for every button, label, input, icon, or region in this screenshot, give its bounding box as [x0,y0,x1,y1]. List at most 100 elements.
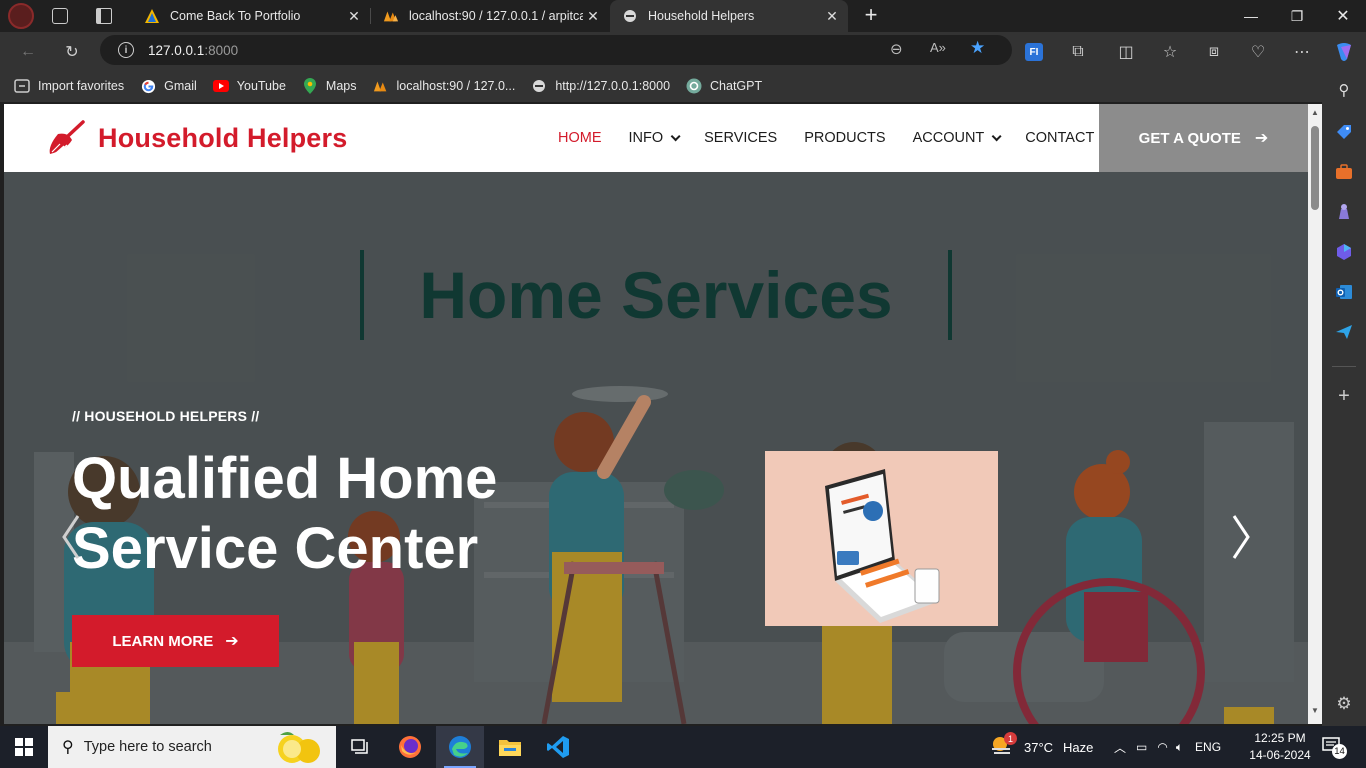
tab-title: Come Back To Portfolio [170,9,301,23]
carousel-prev-icon[interactable] [56,512,86,562]
windows-logo-icon [15,738,33,756]
back-icon[interactable]: ← [14,38,42,66]
profile-avatar[interactable] [8,3,34,29]
tab-phpmyadmin[interactable]: localhost:90 / 127.0.0.1 / arpitcan ✕ [371,0,609,32]
favorite-label: Maps [325,79,357,93]
favorite-chatgpt[interactable]: ChatGPT [686,78,762,94]
extensions-icon[interactable]: ⧉ [1064,38,1092,66]
page-viewport: Household Helpers HOME INFO SERVICES PRO… [4,104,1308,724]
maps-pin-icon [302,78,318,94]
edge-sidebar: ⚲ + ⚙ [1322,70,1366,726]
site-info-icon[interactable]: i [118,42,134,58]
promo-image[interactable] [765,451,998,626]
favorites-icon[interactable]: ☆ [1156,38,1184,66]
page-scrollbar[interactable]: ▲ ▼ [1308,104,1322,724]
restore-icon[interactable]: ❐ [1274,0,1320,32]
window-close-icon[interactable]: ✕ [1320,0,1366,32]
favorite-star-icon[interactable]: ★ [970,38,985,58]
edge-taskbar-icon[interactable] [436,726,484,768]
scroll-thumb[interactable] [1311,126,1319,210]
tab-household-helpers[interactable]: Household Helpers ✕ [610,0,848,32]
notification-center[interactable]: 14 [1322,726,1347,768]
tab-portfolio[interactable]: Come Back To Portfolio ✕ [132,0,370,32]
menu-home[interactable]: HOME [558,130,602,146]
menu-products[interactable]: PRODUCTS [804,130,885,146]
brand-logo[interactable]: Household Helpers [46,120,347,156]
import-icon [14,78,30,94]
vscode-icon[interactable] [534,726,582,768]
favorite-youtube[interactable]: YouTube [212,78,286,94]
favorite-label: Import favorites [38,79,125,93]
notification-count: 14 [1332,744,1347,759]
close-icon[interactable]: ✕ [344,8,364,25]
get-quote-label: GET A QUOTE [1138,129,1241,147]
scroll-down-icon[interactable]: ▼ [1308,706,1322,715]
main-menu: HOME INFO SERVICES PRODUCTS ACCOUNT CONT… [558,104,1145,172]
read-aloud-icon[interactable]: A» [930,40,946,55]
tab-title: Household Helpers [648,9,755,23]
learn-more-button[interactable]: LEARN MORE ➔ [72,615,279,667]
url-host: 127.0.0.1 [148,42,205,58]
browser-essentials-icon[interactable]: ♡ [1244,38,1272,66]
tools-icon[interactable] [1334,162,1354,182]
firefox-icon[interactable] [386,726,434,768]
close-icon[interactable]: ✕ [822,8,842,25]
copilot-icon[interactable] [1330,38,1358,66]
favorite-label: ChatGPT [710,79,763,93]
phpmyadmin-icon [383,8,399,24]
start-button[interactable] [0,726,48,768]
broom-icon [49,120,85,154]
favorite-maps[interactable]: Maps [302,78,357,94]
vertical-tabs-icon[interactable] [96,8,112,24]
microsoft-365-icon[interactable] [1334,242,1354,262]
youtube-icon [212,78,229,94]
favorite-localhost[interactable]: localhost:90 / 127.0... [373,78,515,94]
split-screen-icon[interactable]: ◫ [1112,38,1140,66]
arrow-right-icon: ➔ [225,633,239,650]
new-tab-icon[interactable]: + [860,4,882,28]
language-indicator[interactable]: ENG [1195,740,1221,754]
address-bar[interactable]: i 127.0.0.1 :8000 ⊖ A» ★ [100,35,1012,65]
menu-info[interactable]: INFO [629,130,681,146]
volume-icon[interactable]: 🔈︎ [1176,740,1183,755]
globe-icon [622,8,638,24]
favorite-import[interactable]: Import favorites [14,78,124,94]
extension-fi-icon[interactable]: FI [1020,38,1048,66]
taskbar-clock[interactable]: 12:25 PM 14-06-2024 [1240,730,1320,764]
clock-date: 14-06-2024 [1249,748,1311,762]
weather-badge: 1 [1004,732,1017,745]
close-icon[interactable]: ✕ [583,8,603,25]
games-icon[interactable] [1334,202,1354,222]
task-view-icon[interactable] [336,726,384,768]
favorite-label: http://127.0.0.1:8000 [555,79,671,93]
scroll-up-icon[interactable]: ▲ [1308,108,1322,117]
more-menu-icon[interactable]: ⋯ [1288,38,1316,66]
wifi-icon[interactable]: ◠ [1157,740,1167,754]
favorite-local-8000[interactable]: http://127.0.0.1:8000 [531,78,670,94]
menu-services[interactable]: SERVICES [704,130,777,146]
site-navbar: Household Helpers HOME INFO SERVICES PRO… [4,104,1308,172]
add-icon[interactable]: + [1334,385,1354,407]
refresh-icon[interactable]: ↻ [58,38,86,66]
carousel-next-icon[interactable] [1226,512,1256,562]
favorite-gmail[interactable]: Gmail [140,78,197,94]
outlook-icon[interactable] [1334,282,1354,302]
battery-icon[interactable]: ▭ [1136,740,1147,754]
search-icon[interactable]: ⚲ [1334,80,1354,100]
weather-widget[interactable]: 1 37°C Haze [990,726,1093,768]
collections-icon[interactable]: ⧈ [1200,38,1228,66]
menu-account[interactable]: ACCOUNT [913,130,1002,146]
weather-condition: Haze [1063,739,1094,755]
chatgpt-icon [686,78,702,94]
show-hidden-icons-icon[interactable]: ︿ [1114,739,1126,756]
settings-gear-icon[interactable]: ⚙ [1334,694,1354,714]
workspaces-icon[interactable] [52,8,68,24]
taskbar-search[interactable]: ⚲ Type here to search [48,726,336,768]
minimize-icon[interactable]: — [1228,0,1274,32]
send-icon[interactable] [1334,322,1354,342]
zoom-icon[interactable]: ⊖ [890,40,903,58]
file-explorer-icon[interactable] [486,726,534,768]
shopping-tag-icon[interactable] [1334,122,1354,142]
get-quote-button[interactable]: GET A QUOTE ➔ [1099,104,1308,172]
search-icon: ⚲ [62,739,74,756]
